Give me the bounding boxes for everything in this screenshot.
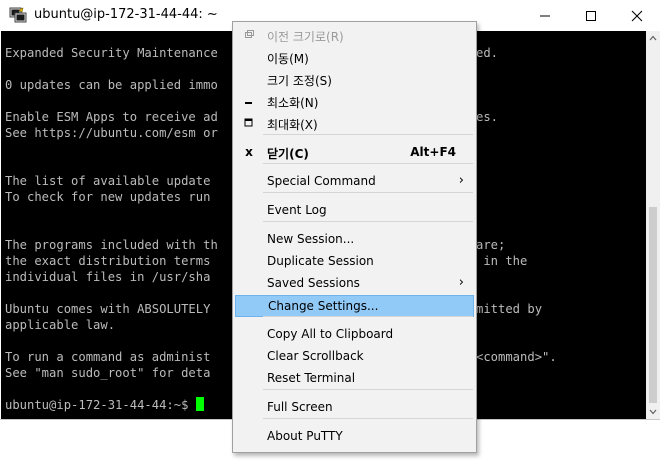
- terminal-line-fragment: ed.: [476, 46, 499, 60]
- terminal-line: To check for new updates run: [5, 190, 211, 204]
- system-context-menu: 이전 크기로(R) 이동(M) 크기 조정(S) 최소화(N) 최대화(X) x 닫기(C)…: [232, 21, 477, 453]
- terminal-line: The programs included with th: [5, 238, 218, 252]
- menu-item-restore[interactable]: 이전 크기로(R): [235, 25, 474, 47]
- menu-item-label: Saved Sessions: [267, 276, 360, 290]
- minimize-icon: [540, 15, 550, 16]
- terminal-line-fragment: in the: [476, 254, 528, 268]
- putty-app-icon[interactable]: [9, 6, 27, 24]
- close-button[interactable]: [614, 0, 660, 31]
- menu-item-new-session[interactable]: New Session...: [235, 229, 474, 251]
- menu-separator: [263, 221, 473, 222]
- menu-item-clear-scrollback[interactable]: Clear Scrollback: [235, 346, 474, 368]
- terminal-line-fragment: mitted by: [476, 302, 543, 316]
- menu-item-size[interactable]: 크기 조정(S): [235, 69, 474, 91]
- minimize-button[interactable]: [522, 0, 568, 31]
- menu-item-minimize[interactable]: 최소화(N): [235, 91, 474, 113]
- shell-prompt: ubuntu@ip-172-31-44-44:~$: [5, 397, 205, 413]
- menu-item-duplicate-session[interactable]: Duplicate Session: [235, 251, 474, 273]
- menu-item-label: Clear Scrollback: [267, 349, 364, 363]
- menu-item-label: 크기 조정(S): [267, 74, 332, 88]
- scroll-down-icon[interactable]: [646, 405, 660, 419]
- menu-item-label: Event Log: [267, 203, 327, 217]
- menu-item-label: Copy All to Clipboard: [267, 327, 394, 341]
- terminal-line: To run a command as administ: [5, 350, 211, 364]
- menu-item-label: 최대화(X): [267, 118, 318, 132]
- menu-item-label: Duplicate Session: [267, 254, 374, 268]
- scrollbar-thumb[interactable]: [649, 207, 657, 403]
- minimize-glyph-icon: [243, 94, 255, 108]
- submenu-arrow-icon: ›: [458, 173, 464, 188]
- menu-item-label: Reset Terminal: [267, 371, 356, 385]
- menu-item-copy-all[interactable]: Copy All to Clipboard: [235, 324, 474, 346]
- menu-item-special-command[interactable]: Special Command ›: [235, 171, 474, 193]
- menu-shortcut: Alt+F4: [410, 145, 456, 159]
- maximize-glyph-icon: [243, 116, 255, 130]
- maximize-icon: [586, 10, 596, 21]
- menu-item-about[interactable]: About PuTTY: [235, 426, 474, 448]
- menu-item-change-settings[interactable]: Change Settings...: [235, 295, 474, 317]
- terminal-line: Enable ESM Apps to receive ad: [5, 110, 218, 124]
- menu-item-event-log[interactable]: Event Log: [235, 200, 474, 222]
- menu-separator: [263, 316, 473, 317]
- restore-icon: [243, 28, 255, 42]
- menu-item-label: 최소화(N): [267, 96, 319, 110]
- menu-item-close[interactable]: x 닫기(C) Alt+F4: [235, 142, 474, 164]
- terminal-line: the exact distribution terms: [5, 254, 211, 268]
- menu-item-label: Special Command: [267, 174, 376, 188]
- menu-separator: [263, 418, 473, 419]
- terminal-line: individual files in /usr/sha: [5, 270, 211, 284]
- menu-separator: [263, 389, 473, 390]
- scroll-up-icon[interactable]: [646, 31, 660, 45]
- terminal-line: Expanded Security Maintenance: [5, 46, 218, 60]
- terminal-line: 0 updates can be applied immo: [5, 78, 218, 92]
- terminal-line: See https://ubuntu.com/esm or: [5, 126, 218, 140]
- window-title: ubuntu@ip-172-31-44-44: ~: [34, 7, 218, 22]
- menu-item-full-screen[interactable]: Full Screen: [235, 397, 474, 419]
- menu-item-saved-sessions[interactable]: Saved Sessions ›: [235, 273, 474, 295]
- terminal-line: See "man sudo_root" for deta: [5, 366, 211, 380]
- terminal-line-fragment: es.: [476, 110, 499, 124]
- menu-item-label: New Session...: [267, 232, 355, 246]
- menu-separator: [263, 163, 473, 164]
- menu-item-label: Change Settings...: [268, 299, 379, 313]
- menu-item-label: 이전 크기로(R): [267, 30, 344, 44]
- menu-item-reset-terminal[interactable]: Reset Terminal: [235, 368, 474, 390]
- terminal-line: applicable law.: [5, 318, 116, 332]
- menu-item-move[interactable]: 이동(M): [235, 47, 474, 69]
- close-icon: x: [245, 145, 253, 159]
- menu-item-label: Full Screen: [267, 400, 333, 414]
- menu-item-label: 이동(M): [267, 52, 309, 66]
- menu-item-label: About PuTTY: [267, 429, 343, 443]
- text-cursor: [196, 397, 205, 411]
- close-x-icon: [631, 10, 643, 21]
- terminal-line-fragment: are;: [476, 238, 506, 252]
- menu-item-label: 닫기(C): [267, 147, 309, 161]
- submenu-arrow-icon: ›: [458, 275, 464, 290]
- terminal-line: Ubuntu comes with ABSOLUTELY: [5, 302, 211, 316]
- maximize-button[interactable]: [568, 0, 614, 31]
- terminal-line: The list of available update: [5, 174, 211, 188]
- menu-separator: [263, 192, 473, 193]
- vertical-scrollbar[interactable]: [646, 31, 660, 419]
- menu-item-maximize[interactable]: 최대화(X): [235, 113, 474, 135]
- menu-separator: [263, 134, 473, 135]
- terminal-line-fragment: <command>".: [476, 350, 557, 364]
